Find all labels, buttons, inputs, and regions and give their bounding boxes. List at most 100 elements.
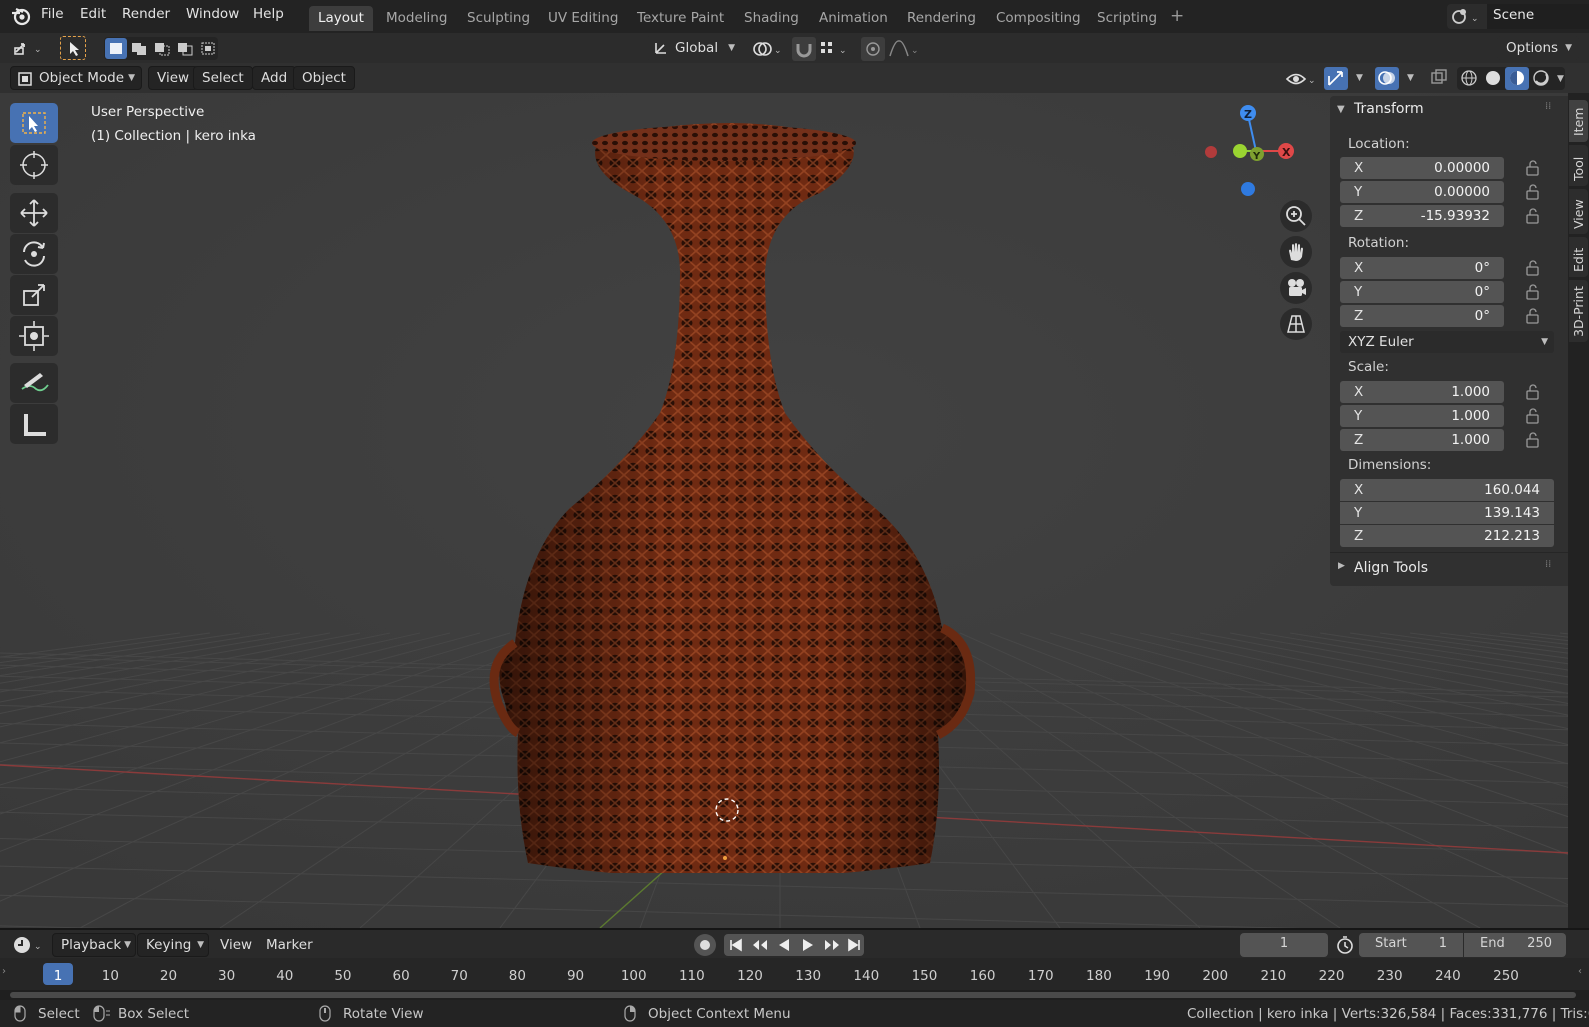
measure-tool-icon[interactable] (10, 404, 58, 444)
zoom-icon[interactable] (1280, 200, 1312, 232)
start-frame-field[interactable]: Start 1 (1359, 933, 1463, 957)
tab-3d-print[interactable]: 3D-Print (1569, 280, 1588, 342)
chevron-down-icon[interactable]: ▼ (1356, 73, 1363, 83)
ortho-grid-icon[interactable] (1280, 308, 1312, 340)
chevron-down-icon[interactable]: ▼ (1557, 74, 1564, 84)
navigation-gizmo[interactable]: Z X Y (1200, 101, 1310, 201)
tab-sculpting[interactable]: Sculpting (458, 6, 539, 31)
drag-handle-icon[interactable]: ⁞⁞ (1545, 101, 1551, 112)
pan-hand-icon[interactable] (1280, 236, 1312, 268)
rotation-x-field[interactable]: X 0° (1340, 257, 1504, 279)
scale-x-field[interactable]: X 1.000 (1340, 381, 1504, 403)
menu-add[interactable]: Add (252, 66, 297, 90)
rotate-tool-icon[interactable] (10, 234, 58, 274)
tab-animation[interactable]: Animation (810, 6, 897, 31)
pivot-point-icon[interactable]: ⌄ (750, 37, 786, 61)
select-box-tool-icon[interactable] (60, 36, 86, 60)
mode-intersect-icon[interactable] (197, 38, 219, 59)
keying-dropdown[interactable]: Keying ▼ (137, 933, 209, 957)
location-x-lock-icon[interactable] (1524, 160, 1542, 176)
gizmo-toggle-icon[interactable] (1324, 67, 1348, 90)
scale-y-lock-icon[interactable] (1524, 408, 1542, 424)
chevron-down-icon[interactable]: ▼ (1407, 73, 1414, 83)
menu-edit[interactable]: Edit (80, 6, 106, 22)
align-tools-header[interactable]: ▶ Align Tools ⁞⁞ (1330, 552, 1574, 582)
select-tool-icon[interactable] (10, 103, 58, 143)
mode-subtract-icon[interactable] (151, 38, 173, 59)
location-z-lock-icon[interactable] (1524, 208, 1542, 224)
tab-layout[interactable]: Layout (309, 6, 373, 31)
location-y-lock-icon[interactable] (1524, 184, 1542, 200)
blender-logo-icon[interactable] (10, 6, 32, 26)
xray-toggle-icon[interactable] (1428, 67, 1450, 90)
location-x-field[interactable]: X 0.00000 (1340, 157, 1504, 179)
transform-orientation-dropdown[interactable]: Global ▼ (646, 36, 742, 60)
scale-z-field[interactable]: Z 1.000 (1340, 429, 1504, 451)
play-icon[interactable] (796, 934, 820, 956)
snap-target-icon[interactable]: ⌄ (817, 37, 853, 61)
prev-keyframe-icon[interactable] (748, 934, 772, 956)
play-reverse-icon[interactable] (772, 934, 796, 956)
timeline-editor-type-icon[interactable]: ⌄ (10, 933, 48, 957)
scale-z-lock-icon[interactable] (1524, 432, 1542, 448)
object-mode-dropdown[interactable]: Object Mode ▼ (10, 66, 142, 90)
rendered-shading-icon[interactable] (1529, 67, 1553, 90)
tab-shading[interactable]: Shading (735, 6, 808, 31)
menu-view[interactable]: View (148, 66, 199, 90)
wireframe-shading-icon[interactable] (1457, 67, 1481, 90)
transform-collapse-icon[interactable]: ▼ (1337, 104, 1345, 115)
menu-object[interactable]: Object (293, 66, 355, 90)
current-frame-field[interactable]: 1 (1240, 933, 1328, 957)
menu-select[interactable]: Select (193, 66, 253, 90)
falloff-icon[interactable]: ⌄ (887, 37, 923, 61)
scale-tool-icon[interactable] (10, 275, 58, 315)
add-workspace-icon[interactable]: + (1170, 6, 1184, 26)
dimensions-z-field[interactable]: Z 212.213 (1340, 525, 1554, 547)
menu-render[interactable]: Render (122, 6, 170, 22)
tab-scripting[interactable]: Scripting (1088, 6, 1166, 31)
jump-start-icon[interactable] (724, 934, 748, 956)
cursor-tool-icon[interactable] (10, 145, 58, 185)
annotate-tool-icon[interactable] (10, 363, 58, 403)
location-y-field[interactable]: Y 0.00000 (1340, 181, 1504, 203)
scene-name-field[interactable]: Scene (1487, 4, 1589, 29)
tab-texture-paint[interactable]: Texture Paint (628, 6, 733, 31)
location-z-field[interactable]: Z -15.93932 (1340, 205, 1504, 227)
scene-browse-button[interactable]: ⌄ (1447, 4, 1487, 29)
menu-help[interactable]: Help (253, 6, 284, 22)
timeline-view-menu[interactable]: View (211, 933, 261, 957)
rotation-z-field[interactable]: Z 0° (1340, 305, 1504, 327)
vase-object[interactable] (480, 123, 1000, 873)
preview-range-clock-icon[interactable] (1334, 934, 1356, 956)
move-tool-icon[interactable] (10, 193, 58, 233)
rotation-y-lock-icon[interactable] (1524, 284, 1542, 300)
camera-view-icon[interactable] (1280, 272, 1312, 304)
tab-compositing[interactable]: Compositing (987, 6, 1090, 31)
playback-dropdown[interactable]: Playback ▼ (52, 933, 136, 957)
mode-set-icon[interactable] (105, 38, 127, 59)
scale-x-lock-icon[interactable] (1524, 384, 1542, 400)
rotation-y-field[interactable]: Y 0° (1340, 281, 1504, 303)
mode-extend-icon[interactable] (128, 38, 150, 59)
transform-panel-title[interactable]: Transform (1354, 101, 1424, 117)
tab-rendering[interactable]: Rendering (898, 6, 985, 31)
jump-end-icon[interactable] (844, 934, 864, 956)
menu-window[interactable]: Window (186, 6, 239, 22)
menu-file[interactable]: File (41, 6, 64, 22)
rotation-z-lock-icon[interactable] (1524, 308, 1542, 324)
chevron-left-icon[interactable]: ‹ (1578, 966, 1582, 977)
options-dropdown[interactable]: Options ▼ (1497, 36, 1579, 60)
end-frame-field[interactable]: End 250 (1464, 933, 1566, 957)
record-button[interactable] (694, 934, 716, 956)
next-keyframe-icon[interactable] (820, 934, 844, 956)
visibility-eye-icon[interactable]: ⌄ (1284, 67, 1320, 91)
material-shading-icon[interactable] (1505, 67, 1529, 90)
tab-item[interactable]: Item (1569, 100, 1588, 142)
solid-shading-icon[interactable] (1481, 67, 1505, 90)
rotation-mode-dropdown[interactable]: XYZ Euler ▼ (1340, 331, 1554, 353)
rotation-x-lock-icon[interactable] (1524, 260, 1542, 276)
dimensions-x-field[interactable]: X 160.044 (1340, 479, 1554, 501)
timeline-scrollbar[interactable] (10, 992, 1576, 998)
transform-tool-icon[interactable] (10, 316, 58, 356)
tab-uv-editing[interactable]: UV Editing (539, 6, 627, 31)
